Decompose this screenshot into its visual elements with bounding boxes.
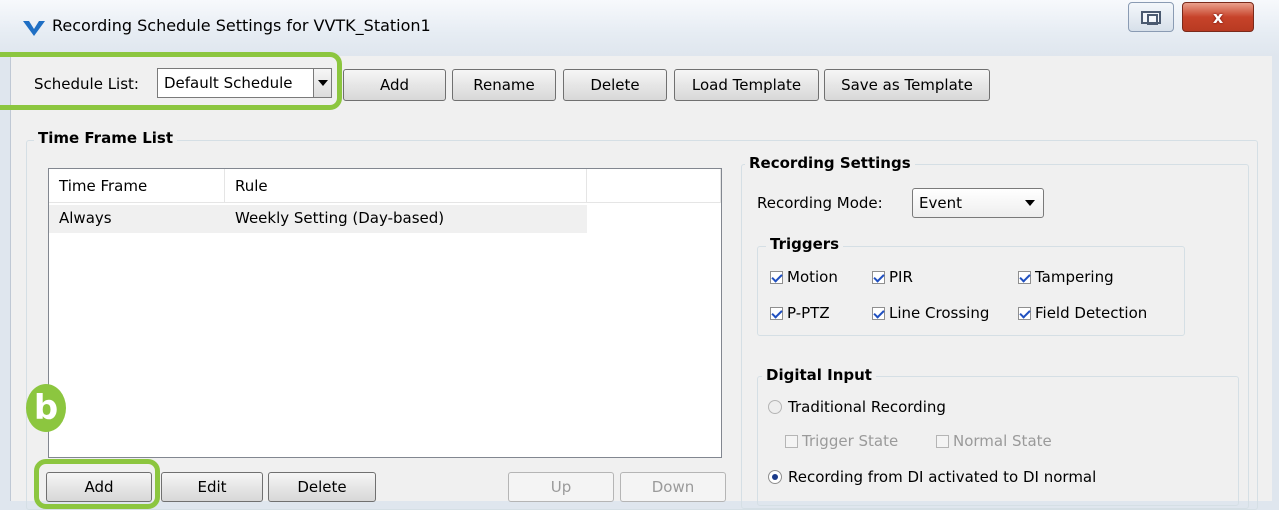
load-template-button[interactable]: Load Template <box>674 69 819 101</box>
save-as-template-button[interactable]: Save as Template <box>824 69 990 101</box>
trigger-field-detection-checkbox[interactable]: Field Detection <box>1018 304 1147 322</box>
add-schedule-button[interactable]: Add <box>343 69 446 101</box>
triggers-title: Triggers <box>766 235 844 253</box>
recording-settings-title: Recording Settings <box>745 154 915 172</box>
restore-button[interactable] <box>1128 2 1174 32</box>
trigger-pptz-checkbox[interactable]: P-PTZ <box>770 304 830 322</box>
title-bar: Recording Schedule Settings for VVTK_Sta… <box>0 0 1279 56</box>
recording-mode-select[interactable]: Event <box>912 188 1044 218</box>
annotation-badge-b: b <box>26 384 66 432</box>
trigger-state-checkbox[interactable]: Trigger State <box>785 432 898 450</box>
traditional-recording-radio[interactable]: Traditional Recording <box>768 398 946 416</box>
trigger-motion-checkbox[interactable]: Motion <box>770 268 838 286</box>
close-button[interactable]: x <box>1182 2 1254 32</box>
row-rule: Weekly Setting (Day-based) <box>235 209 445 227</box>
schedule-list-value: Default Schedule <box>164 74 293 92</box>
chevron-down-icon <box>1025 200 1035 206</box>
close-icon: x <box>1212 7 1224 27</box>
row-time-frame: Always <box>59 209 112 227</box>
app-logo-icon <box>23 21 45 36</box>
triggers-group <box>757 246 1185 336</box>
list-header: Time Frame Rule <box>49 169 721 203</box>
trigger-pir-checkbox[interactable]: PIR <box>872 268 913 286</box>
add-time-frame-button[interactable]: Add <box>46 472 152 502</box>
edit-time-frame-button[interactable]: Edit <box>161 472 263 502</box>
normal-state-checkbox[interactable]: Normal State <box>936 432 1052 450</box>
trigger-line-crossing-checkbox[interactable]: Line Crossing <box>872 304 989 322</box>
time-frame-list-title: Time Frame List <box>34 129 178 147</box>
column-header-rule[interactable]: Rule <box>225 169 587 202</box>
time-frame-list[interactable]: Time Frame Rule Always Weekly Setting (D… <box>48 168 722 458</box>
schedule-list-label: Schedule List: <box>34 75 139 93</box>
schedule-list-select[interactable]: Default Schedule <box>157 68 332 98</box>
delete-schedule-button[interactable]: Delete <box>563 69 667 101</box>
column-header-time-frame[interactable]: Time Frame <box>49 169 225 202</box>
move-down-button[interactable]: Down <box>620 472 726 502</box>
recording-mode-label: Recording Mode: <box>757 194 883 212</box>
move-up-button[interactable]: Up <box>508 472 614 502</box>
digital-input-title: Digital Input <box>762 366 876 384</box>
list-row[interactable]: Always Weekly Setting (Day-based) <box>49 205 587 233</box>
trigger-tampering-checkbox[interactable]: Tampering <box>1018 268 1114 286</box>
window-title: Recording Schedule Settings for VVTK_Sta… <box>52 16 431 35</box>
delete-time-frame-button[interactable]: Delete <box>268 472 376 502</box>
recording-mode-value: Event <box>919 194 962 212</box>
column-header-empty <box>587 169 721 202</box>
restore-icon <box>1141 10 1161 25</box>
rename-schedule-button[interactable]: Rename <box>452 69 556 101</box>
chevron-down-icon[interactable] <box>313 69 331 97</box>
di-activated-recording-radio[interactable]: Recording from DI activated to DI normal <box>768 468 1096 486</box>
